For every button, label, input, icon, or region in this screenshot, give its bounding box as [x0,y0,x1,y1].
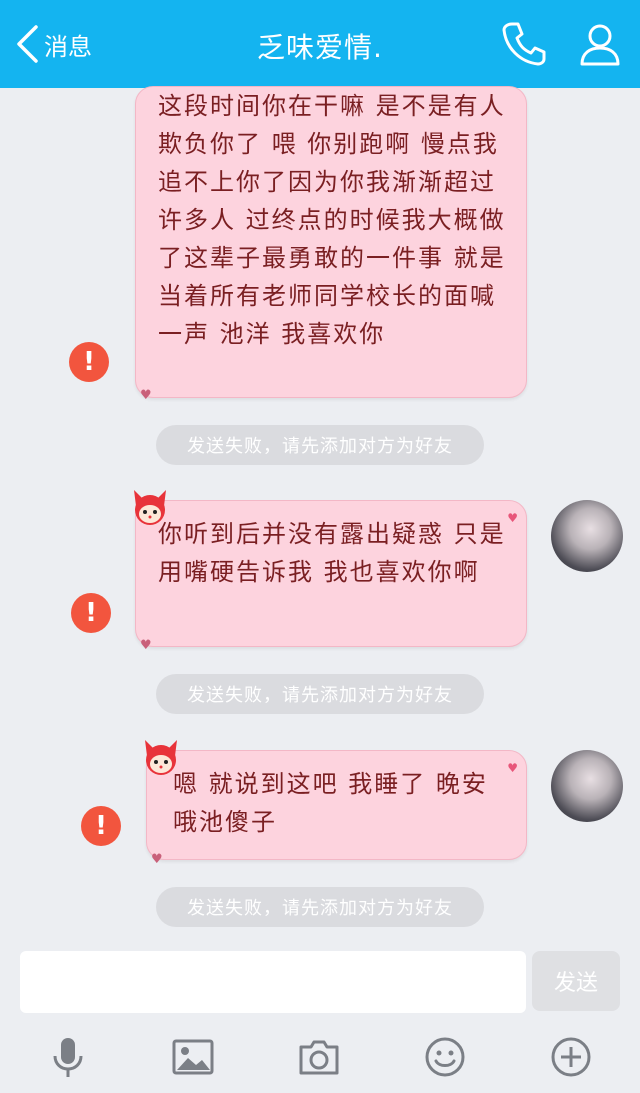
phone-icon[interactable] [498,18,550,70]
message-bubble[interactable]: 这段时间你在干嘛 是不是有人欺负你了 喂 你别跑啊 慢点我追不上你了因为你我渐渐… [135,86,527,403]
heart-decoration-icon: ♥ [507,511,520,525]
avatar[interactable] [551,750,623,822]
profile-icon[interactable] [574,18,626,70]
send-failed-notice: 发送失败，请先添加对方为好友 [156,425,484,465]
microphone-icon[interactable] [45,1034,91,1080]
lollipop-decoration-icon: ♥ [151,852,165,867]
message-bubble[interactable]: 你听到后并没有露出疑惑 只是用嘴硬告诉我 我也喜欢你啊 ♥ ♥ [135,500,527,653]
input-toolbar [0,1020,640,1093]
image-icon[interactable] [170,1034,216,1080]
message-text: 这段时间你在干嘛 是不是有人欺负你了 喂 你别跑啊 慢点我追不上你了因为你我渐渐… [158,92,506,348]
send-failed-notice: 发送失败，请先添加对方为好友 [156,674,484,714]
title-bar: 消息 乏味爱情. [0,0,640,88]
lollipop-decoration-icon: ♥ [140,388,154,403]
send-error-icon[interactable]: ! [71,593,111,633]
fox-sticker-icon [145,740,177,775]
send-error-icon[interactable]: ! [81,806,121,846]
message-text: 嗯 就说到这吧 我睡了 晚安哦池傻子 [173,770,488,836]
message-text: 你听到后并没有露出疑惑 只是用嘴硬告诉我 我也喜欢你啊 [158,520,506,586]
heart-decoration-icon: ♥ [507,761,520,775]
lollipop-decoration-icon: ♥ [140,638,154,653]
camera-icon[interactable] [296,1034,342,1080]
send-failed-notice: 发送失败，请先添加对方为好友 [156,887,484,927]
message-input[interactable] [20,951,526,1013]
avatar[interactable] [551,500,623,572]
send-button[interactable]: 发送 [532,951,620,1011]
emoji-icon[interactable] [422,1034,468,1080]
plus-icon[interactable] [548,1034,594,1080]
message-bubble[interactable]: 嗯 就说到这吧 我睡了 晚安哦池傻子 ♥ ♥ [146,750,527,867]
fox-sticker-icon [134,490,166,525]
send-error-icon[interactable]: ! [69,342,109,382]
